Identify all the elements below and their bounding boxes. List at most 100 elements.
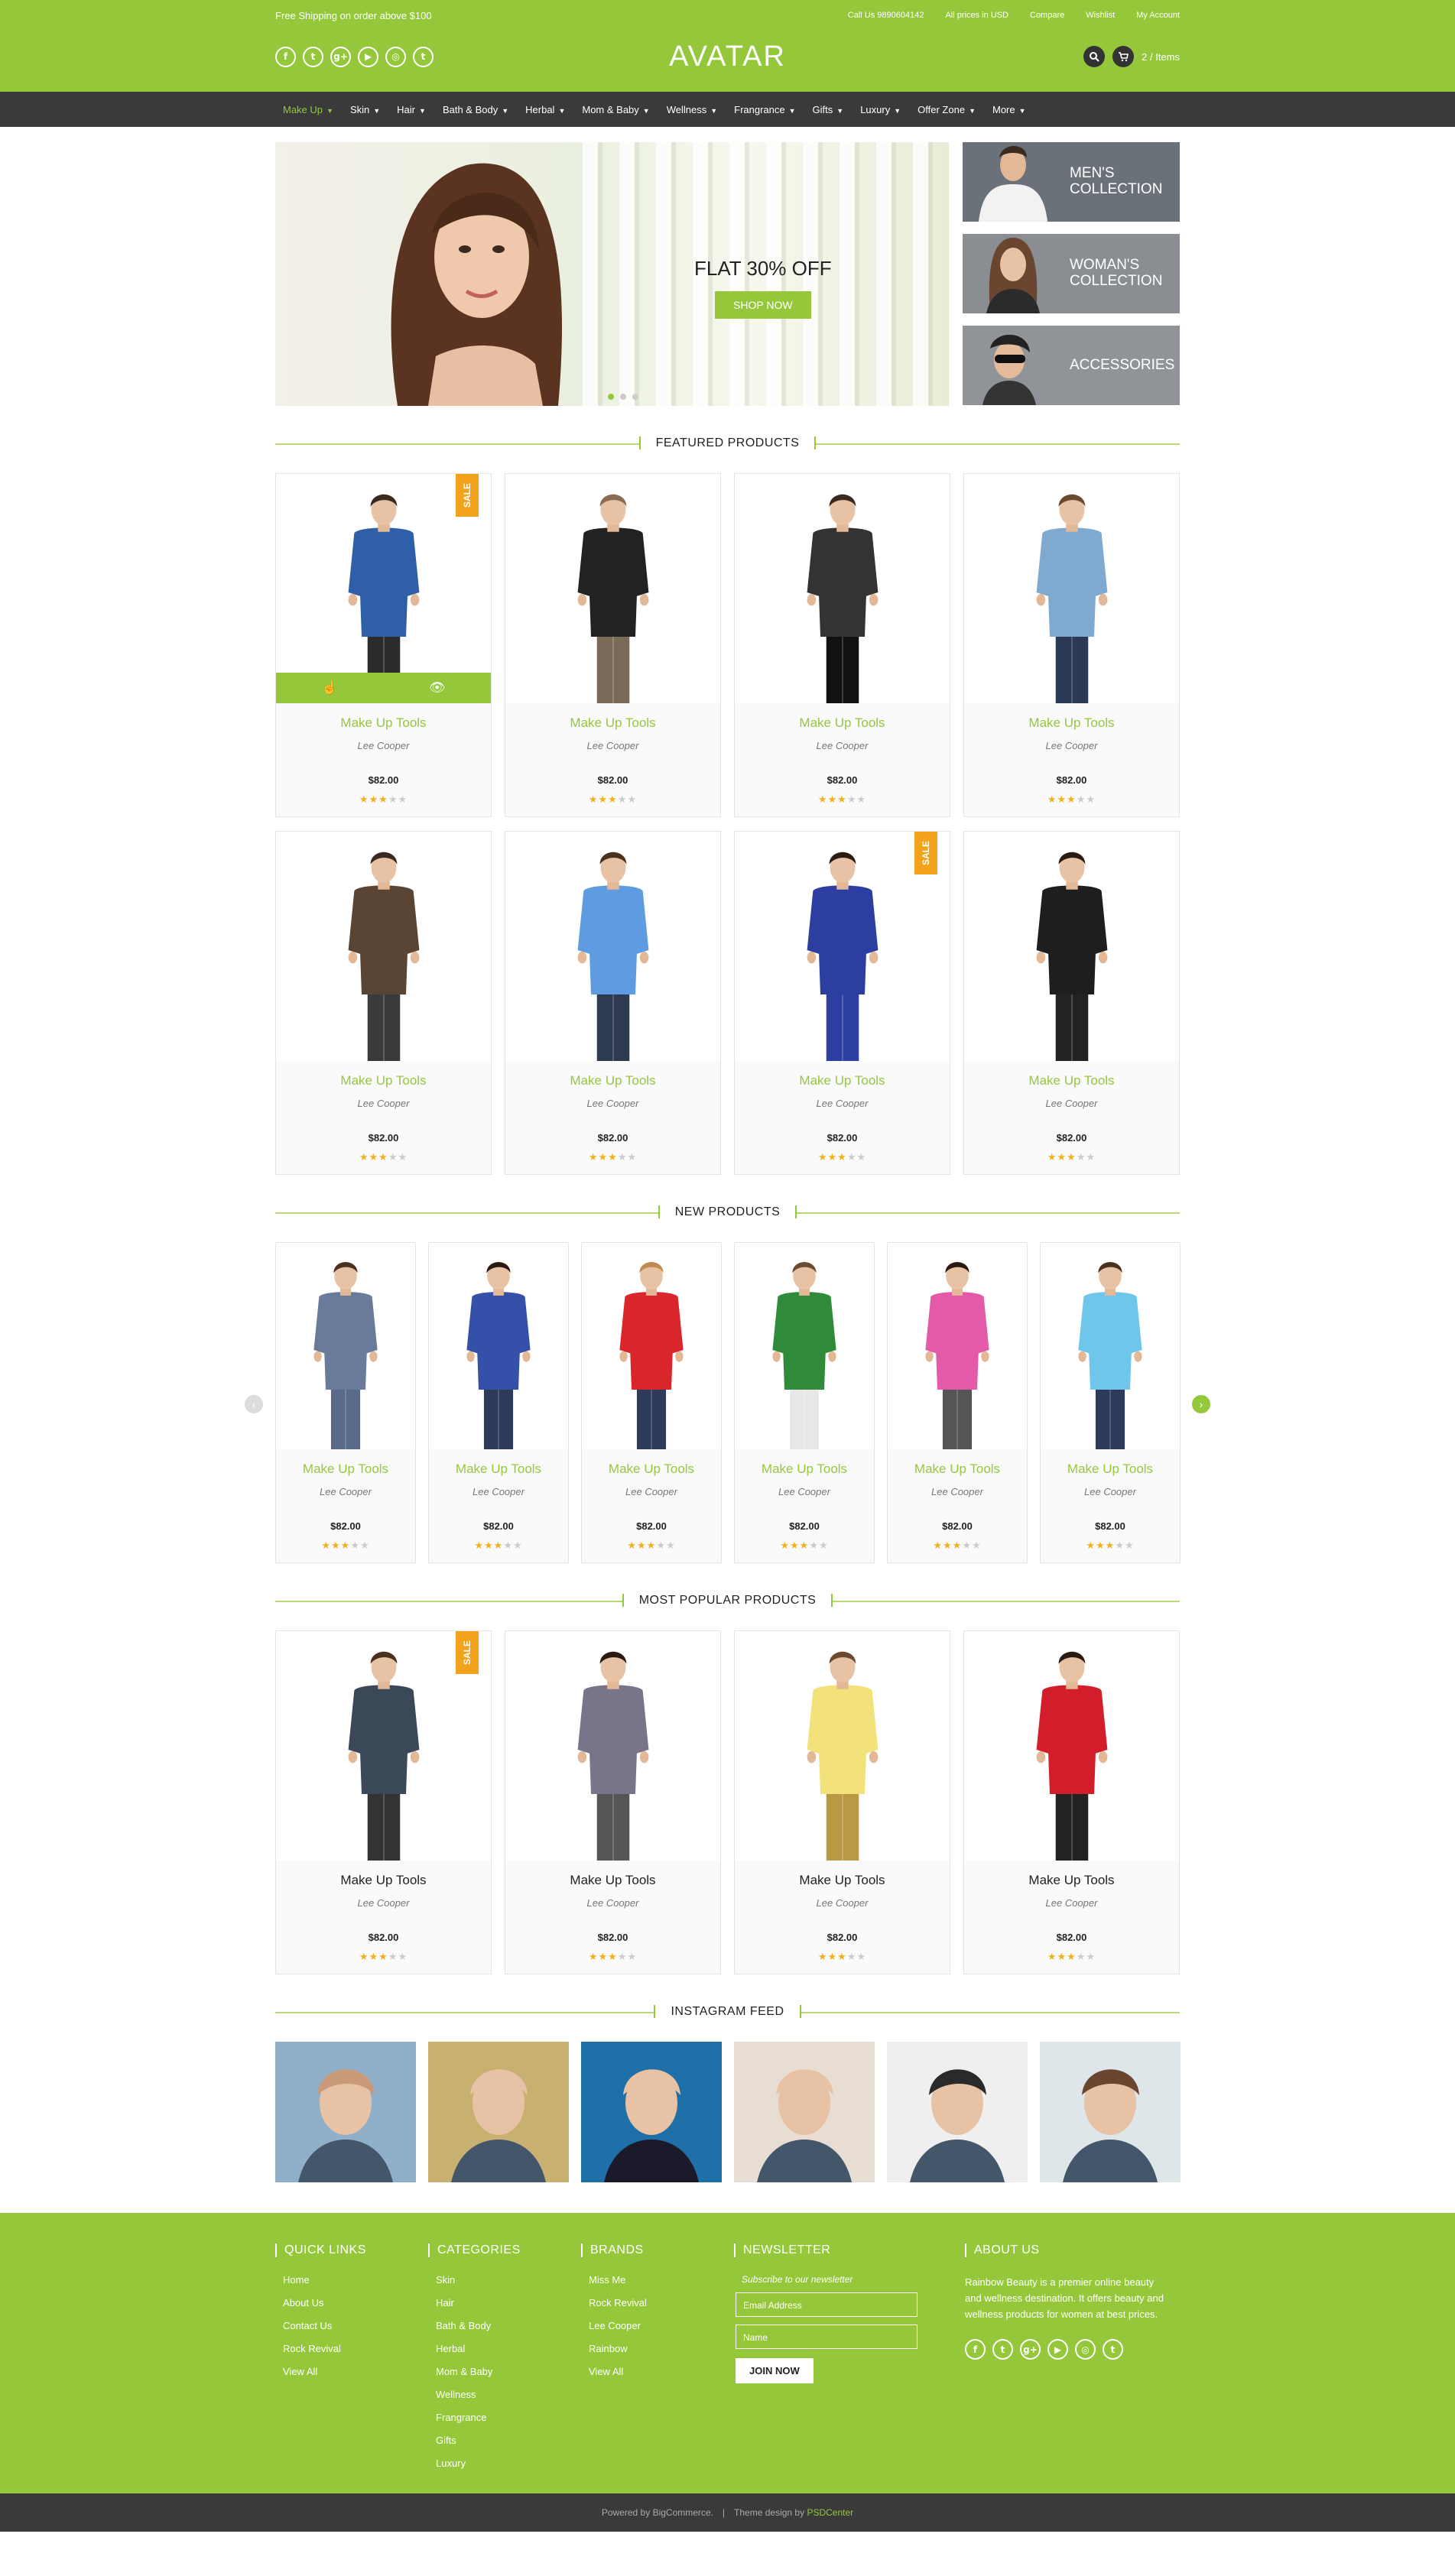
nav-item-luxury[interactable]: Luxury ▼ [852, 104, 909, 115]
product-image-frame[interactable] [964, 1631, 1179, 1861]
slider-dot[interactable] [620, 394, 626, 400]
nav-item-offer-zone[interactable]: Offer Zone ▼ [909, 104, 984, 115]
product-card[interactable]: SALE ☝ 👁 Make Up Tools Lee Cooper $82.00 … [275, 473, 492, 817]
tumblr-icon[interactable]: t [413, 46, 434, 67]
product-image-frame[interactable] [735, 1631, 950, 1861]
carousel-prev-button[interactable]: ‹ [245, 1395, 263, 1413]
product-card[interactable]: Make Up Tools Lee Cooper $82.00 ★★★★★ [275, 831, 492, 1175]
nav-item-frangrance[interactable]: Frangrance ▼ [726, 104, 804, 115]
facebook-icon[interactable]: f [965, 2339, 986, 2360]
tumblr-icon[interactable]: t [1103, 2339, 1123, 2360]
product-card[interactable]: SALE Make Up Tools Lee Cooper $82.00 ★★★… [734, 831, 950, 1175]
product-name[interactable]: Make Up Tools [888, 1462, 1027, 1477]
category-link[interactable]: Wellness [436, 2389, 581, 2400]
wishlist-link[interactable]: Wishlist [1086, 11, 1115, 20]
product-image-frame[interactable] [735, 1243, 874, 1449]
quick-link[interactable]: Rock Revival [283, 2343, 428, 2354]
my-account-link[interactable]: My Account [1136, 11, 1180, 20]
instagram-photo[interactable] [581, 2042, 722, 2182]
product-image-frame[interactable]: SALE [735, 832, 950, 1061]
product-name[interactable]: Make Up Tools [276, 1873, 491, 1888]
nav-item-make-up[interactable]: Make Up ▼ [275, 104, 342, 115]
product-name[interactable]: Make Up Tools [735, 1873, 950, 1888]
facebook-icon[interactable]: f [275, 46, 296, 67]
hero-slider[interactable]: FLAT 30% OFF SHOP NOW [275, 142, 949, 406]
cart-icon[interactable] [1112, 46, 1135, 67]
product-card[interactable]: Make Up Tools Lee Cooper $82.00 ★★★★★ [1040, 1242, 1181, 1563]
join-now-button[interactable]: JOIN NOW [736, 2358, 814, 2383]
nav-item-bath-body[interactable]: Bath & Body ▼ [434, 104, 517, 115]
mens-collection-banner[interactable]: MEN'S COLLECTION [963, 142, 1180, 222]
accessories-banner[interactable]: ACCESSORIES [963, 326, 1180, 405]
product-card[interactable]: Make Up Tools Lee Cooper $82.00 ★★★★★ [505, 1630, 721, 1974]
youtube-icon[interactable]: ▶ [358, 46, 378, 67]
nav-item-mom-baby[interactable]: Mom & Baby ▼ [573, 104, 658, 115]
logo[interactable]: AVATAR [669, 41, 786, 73]
slider-dot[interactable] [632, 394, 638, 400]
product-card[interactable]: Make Up Tools Lee Cooper $82.00 ★★★★★ [275, 1242, 416, 1563]
quick-link[interactable]: Home [283, 2274, 428, 2286]
twitter-icon[interactable]: t [992, 2339, 1013, 2360]
category-link[interactable]: Hair [436, 2297, 581, 2308]
product-image-frame[interactable] [276, 832, 491, 1061]
brand-link[interactable]: Rock Revival [589, 2297, 734, 2308]
product-image-frame[interactable] [888, 1243, 1027, 1449]
product-name[interactable]: Make Up Tools [735, 715, 950, 731]
womans-collection-banner[interactable]: WOMAN'S COLLECTION [963, 234, 1180, 313]
product-name[interactable]: Make Up Tools [505, 1073, 720, 1088]
product-card[interactable]: Make Up Tools Lee Cooper $82.00 ★★★★★ [505, 473, 721, 817]
instagram-icon[interactable]: ◎ [385, 46, 406, 67]
brand-link[interactable]: View All [589, 2366, 734, 2377]
product-name[interactable]: Make Up Tools [276, 1462, 415, 1477]
instagram-photo[interactable] [428, 2042, 569, 2182]
category-link[interactable]: Herbal [436, 2343, 581, 2354]
product-image-frame[interactable] [964, 474, 1179, 703]
nav-item-herbal[interactable]: Herbal ▼ [517, 104, 573, 115]
nav-item-wellness[interactable]: Wellness ▼ [658, 104, 726, 115]
product-name[interactable]: Make Up Tools [964, 1073, 1179, 1088]
product-image-frame[interactable] [964, 832, 1179, 1061]
product-name[interactable]: Make Up Tools [735, 1073, 950, 1088]
category-link[interactable]: Luxury [436, 2458, 581, 2469]
product-card[interactable]: Make Up Tools Lee Cooper $82.00 ★★★★★ [428, 1242, 569, 1563]
search-icon[interactable] [1083, 46, 1106, 67]
google-plus-icon[interactable]: g+ [1020, 2339, 1041, 2360]
add-to-cart-icon[interactable]: ☝ [322, 680, 338, 696]
instagram-photo[interactable] [887, 2042, 1028, 2182]
name-field[interactable]: Name [736, 2325, 917, 2349]
slider-dot[interactable] [608, 394, 614, 400]
quick-link[interactable]: View All [283, 2366, 428, 2377]
product-name[interactable]: Make Up Tools [1041, 1462, 1180, 1477]
product-image-frame[interactable] [582, 1243, 721, 1449]
product-image-frame[interactable] [429, 1243, 568, 1449]
product-name[interactable]: Make Up Tools [582, 1462, 721, 1477]
product-card[interactable]: Make Up Tools Lee Cooper $82.00 ★★★★★ [734, 473, 950, 817]
nav-item-skin[interactable]: Skin ▼ [342, 104, 388, 115]
category-link[interactable]: Gifts [436, 2435, 581, 2446]
instagram-photo[interactable] [275, 2042, 416, 2182]
product-image-frame[interactable] [505, 832, 720, 1061]
quick-link[interactable]: About Us [283, 2297, 428, 2308]
product-image-frame[interactable] [276, 1243, 415, 1449]
twitter-icon[interactable]: t [303, 46, 323, 67]
product-name[interactable]: Make Up Tools [276, 715, 491, 731]
brand-link[interactable]: Rainbow [589, 2343, 734, 2354]
product-image-frame[interactable] [505, 474, 720, 703]
brand-link[interactable]: Miss Me [589, 2274, 734, 2286]
product-image-frame[interactable] [735, 474, 950, 703]
psdcenter-link[interactable]: PSDCenter [807, 2507, 853, 2518]
product-image-frame[interactable] [505, 1631, 720, 1861]
product-card[interactable]: Make Up Tools Lee Cooper $82.00 ★★★★★ [505, 831, 721, 1175]
category-link[interactable]: Frangrance [436, 2412, 581, 2423]
product-name[interactable]: Make Up Tools [429, 1462, 568, 1477]
product-name[interactable]: Make Up Tools [505, 1873, 720, 1888]
product-name[interactable]: Make Up Tools [276, 1073, 491, 1088]
category-link[interactable]: Bath & Body [436, 2320, 581, 2331]
product-card[interactable]: Make Up Tools Lee Cooper $82.00 ★★★★★ [963, 1630, 1180, 1974]
quick-view-icon[interactable]: 👁 [429, 680, 446, 696]
category-link[interactable]: Skin [436, 2274, 581, 2286]
product-card[interactable]: Make Up Tools Lee Cooper $82.00 ★★★★★ [963, 473, 1180, 817]
google-plus-icon[interactable]: g+ [330, 46, 351, 67]
youtube-icon[interactable]: ▶ [1047, 2339, 1068, 2360]
nav-item-gifts[interactable]: Gifts ▼ [804, 104, 853, 115]
